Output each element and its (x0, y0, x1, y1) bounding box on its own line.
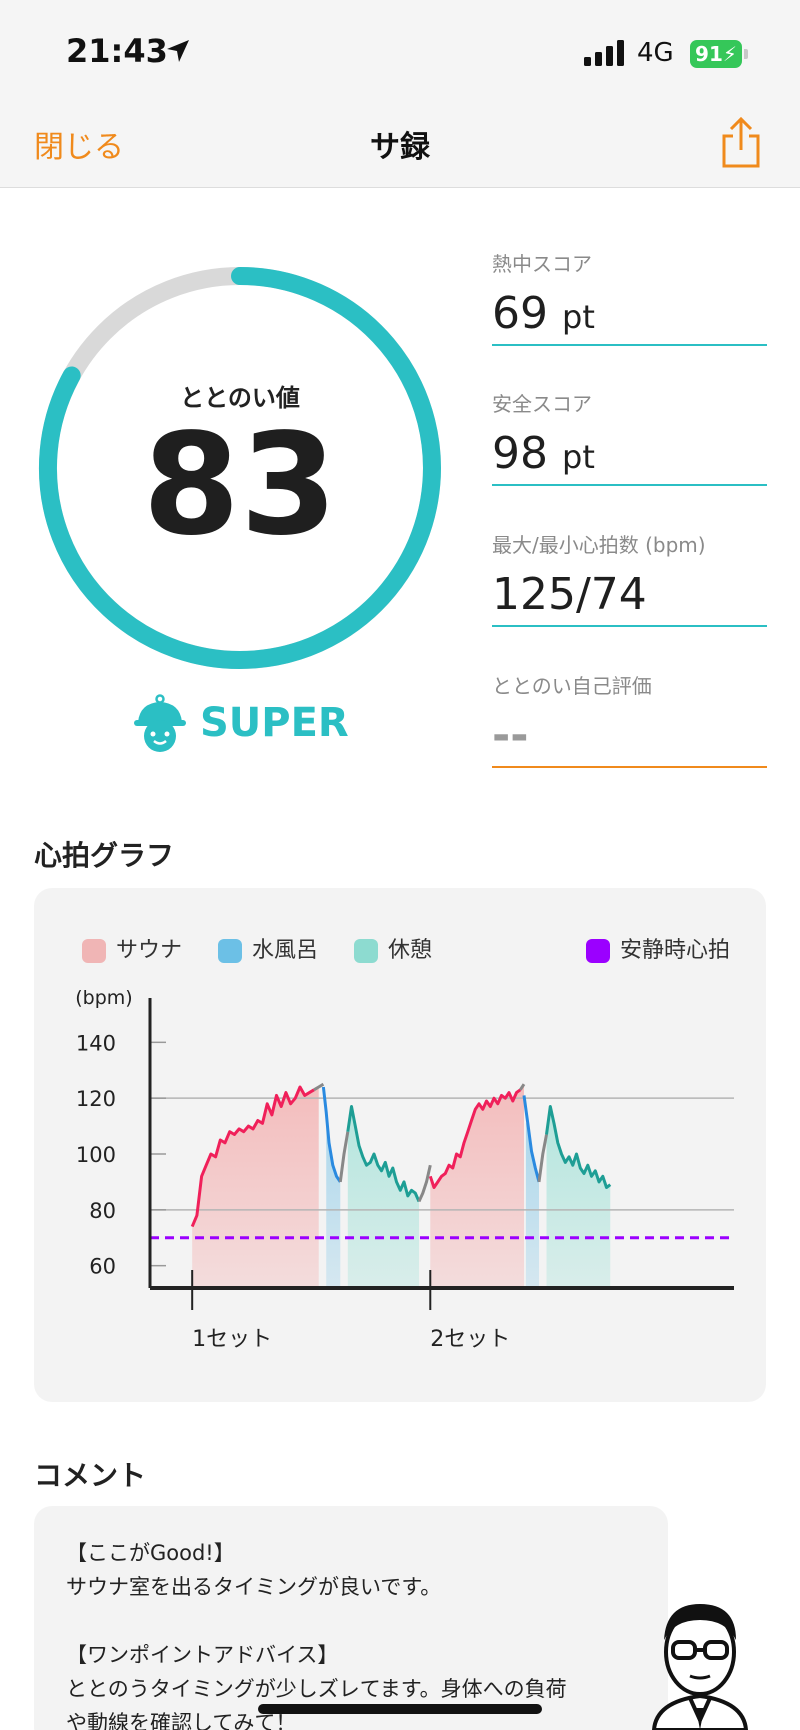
comment-line: ととのうタイミングが少しズレてます。身体への負荷 (66, 1677, 567, 1701)
heat-score: 熱中スコア 69 pt (492, 248, 767, 376)
status-time: 21:43 (66, 32, 168, 70)
self-rating-value[interactable]: -- (492, 710, 529, 761)
hr-line-transition (417, 1164, 432, 1203)
comment-line: 【ワンポイントアドバイス】 (66, 1643, 339, 1667)
divider (492, 344, 767, 346)
y-tick-label: 80 (89, 1199, 116, 1223)
gauge-value: 83 (142, 404, 338, 567)
comment-line: サウナ室を出るタイミングが良いです。 (66, 1575, 442, 1599)
doctor-avatar (651, 1604, 749, 1730)
y-tick-label: 140 (76, 1031, 116, 1055)
heart-rate-chart: 140 120 100 80 60 (bpm) 1セット 2セット (75, 987, 734, 1352)
y-axis-label: (bpm) (75, 987, 132, 1009)
y-tick-label: 100 (76, 1143, 116, 1167)
battery-level: 91 (695, 42, 723, 66)
comment-card: 【ここがGood!】 サウナ室を出るタイミングが良いです。 【ワンポイントアドバ… (34, 1506, 668, 1730)
heart-rate-value: 125/74 (492, 569, 647, 620)
set-label: 1セット (192, 1327, 272, 1352)
safety-score-number: 98 (492, 428, 548, 479)
status-bar: 21:43 4G 91⚡ (0, 0, 800, 100)
battery-tip (744, 49, 748, 59)
y-tick-label: 60 (89, 1255, 116, 1279)
hr-line-transition (537, 1134, 548, 1183)
safety-score: 安全スコア 98 pt (492, 388, 767, 516)
divider (492, 484, 767, 486)
heart-rate-label: 最大/最小心拍数 (bpm) (492, 533, 706, 557)
rank-label: SUPER (200, 700, 349, 746)
safety-score-value: 98 pt (492, 428, 595, 479)
nav-bar: 閉じる サ録 (0, 100, 800, 188)
heart-rate-range: 最大/最小心拍数 (bpm) 125/74 (492, 529, 767, 657)
heat-score-unit: pt (562, 298, 595, 336)
phase-band-sauna (430, 1084, 525, 1288)
battery-icon: 91⚡ (690, 40, 742, 68)
heat-score-label: 熱中スコア (492, 252, 592, 276)
comment-title: コメント (34, 1459, 147, 1492)
comment-line: 【ここがGood!】 (66, 1541, 235, 1565)
divider (492, 766, 767, 768)
hr-line-transition (338, 1131, 350, 1183)
safety-score-unit: pt (562, 438, 595, 476)
page-title: サ録 (370, 130, 430, 165)
share-icon[interactable] (718, 116, 764, 170)
comment-line (66, 1604, 668, 1638)
home-indicator[interactable] (258, 1704, 542, 1714)
y-tick-label: 120 (76, 1087, 116, 1111)
self-rating-label: ととのい自己評価 (492, 674, 652, 698)
heat-score-number: 69 (492, 288, 548, 339)
safety-score-label: 安全スコア (492, 392, 592, 416)
heart-graph-card: サウナ 水風呂 休憩 安静時心拍 140 120 100 80 60 (bpm) 1セット 2… (34, 888, 766, 1402)
location-arrow-icon (167, 40, 189, 62)
heat-score-value: 69 pt (492, 288, 595, 339)
network-label: 4G (637, 38, 674, 68)
signal-icon (584, 40, 624, 66)
phase-band-sauna (192, 1087, 319, 1288)
set-label: 2セット (430, 1327, 510, 1352)
sauna-mascot-icon (134, 694, 186, 752)
self-rating[interactable]: ととのい自己評価 -- (492, 670, 767, 798)
divider (492, 625, 767, 627)
heart-graph-title: 心拍グラフ (34, 839, 175, 872)
